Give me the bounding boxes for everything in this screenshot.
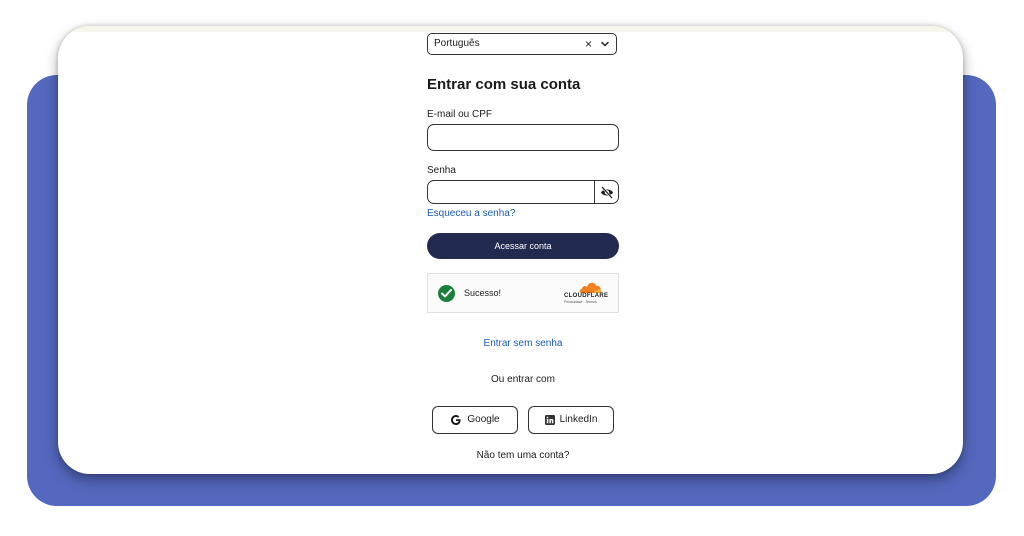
cloudflare-logo[interactable]: CLOUDFLARE Privacidade · Termos [563, 281, 611, 307]
email-field[interactable] [427, 124, 619, 151]
captcha-widget: Sucesso! CLOUDFLARE Privacidade · Termos [427, 273, 619, 313]
passwordless-link[interactable]: Entrar sem senha [427, 338, 619, 349]
cloudflare-wordmark: CLOUDFLARE [564, 293, 609, 299]
or-sign-in-with-text: Ou entrar com [491, 374, 555, 385]
clear-icon[interactable]: × [585, 37, 592, 51]
success-checkmark [438, 285, 455, 302]
email-label: E-mail ou CPF [427, 109, 493, 120]
submit-button[interactable]: Acessar conta [427, 233, 619, 259]
google-button-label: Google [467, 414, 500, 425]
linkedin-icon [544, 415, 555, 425]
captcha-status: Sucesso! [464, 288, 502, 298]
password-label: Senha [427, 165, 456, 176]
language-select-value: Português [434, 38, 480, 49]
cloudflare-links[interactable]: Privacidade · Termos [564, 300, 597, 304]
login-card: Português × Entrar com sua conta E-mail … [58, 26, 963, 474]
no-account-text: Não tem uma conta? [476, 450, 570, 461]
forgot-password-link[interactable]: Esqueceu a senha? [427, 208, 515, 219]
google-icon [451, 415, 461, 425]
linkedin-button[interactable]: LinkedIn [528, 406, 614, 434]
cloud-icon [579, 282, 602, 293]
page-title: Entrar com sua conta [427, 76, 581, 93]
linkedin-button-label: LinkedIn [559, 414, 598, 425]
language-select[interactable]: Português × [427, 33, 617, 55]
toggle-password-visibility-button[interactable] [594, 180, 619, 204]
google-button[interactable]: Google [432, 406, 518, 434]
chevron-down-icon[interactable] [600, 39, 610, 49]
checkmark-icon [441, 289, 452, 298]
eye-off-icon [601, 186, 613, 199]
password-field[interactable] [427, 180, 595, 204]
login-panel: Português × Entrar com sua conta E-mail … [427, 26, 619, 474]
